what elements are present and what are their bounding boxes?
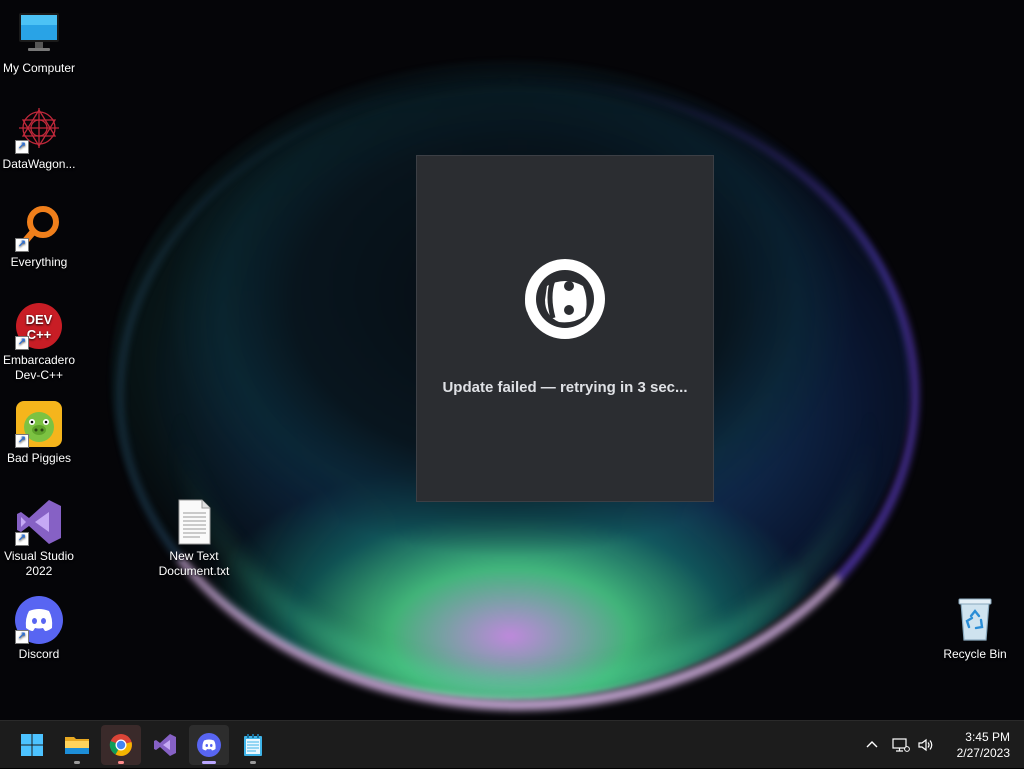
bad-piggies-icon: ↗ (15, 400, 63, 448)
taskbar-discord[interactable] (189, 725, 229, 765)
windows-start-icon (21, 734, 43, 756)
svg-text:DEV: DEV (26, 312, 53, 327)
chevron-up-icon (866, 741, 878, 748)
running-indicator (250, 761, 256, 764)
update-dialog: Update failed — retrying in 3 sec... (416, 155, 714, 502)
desktop-icon-label: Visual Studio 2022 (4, 549, 74, 578)
tray-overflow-button[interactable] (864, 721, 880, 769)
taskbar: 3:45 PM 2/27/2023 (0, 720, 1024, 768)
desktop-icon-label: Everything (10, 255, 68, 269)
discord-logo-icon (515, 256, 611, 342)
desktop-icon-label: Discord (18, 647, 60, 661)
shortcut-arrow-icon: ↗ (15, 140, 29, 154)
desktop-icon-label: Recycle Bin (943, 647, 1007, 661)
desktop-icon-label: Embarcadero Dev-C++ (2, 353, 76, 382)
running-indicator (74, 761, 80, 764)
desktop-icon-visual-studio[interactable]: ↗ Visual Studio 2022 (0, 498, 79, 579)
desktop-icon-recycle-bin[interactable]: Recycle Bin (935, 596, 1015, 662)
svg-text:C++: C++ (27, 327, 52, 342)
devcpp-icon: DEV C++ ↗ (15, 302, 63, 350)
network-icon (892, 738, 910, 752)
taskbar-chrome[interactable] (101, 725, 141, 765)
clock-time: 3:45 PM (965, 730, 1010, 744)
desktop-icon-devcpp[interactable]: DEV C++ ↗ Embarcadero Dev-C++ (0, 302, 79, 383)
running-indicator (118, 761, 124, 764)
shortcut-arrow-icon: ↗ (15, 434, 29, 448)
shortcut-arrow-icon: ↗ (15, 336, 29, 350)
desktop-icon-bad-piggies[interactable]: ↗ Bad Piggies (0, 400, 79, 466)
desktop-icon-discord[interactable]: ↗ Discord (0, 596, 79, 662)
clock[interactable]: 3:45 PM 2/27/2023 (957, 729, 1010, 761)
everything-search-icon: ↗ (15, 204, 63, 252)
discord-icon: ↗ (15, 596, 63, 644)
datawagon-icon: ↗ (15, 106, 63, 154)
discord-icon (197, 733, 221, 757)
folder-icon (65, 737, 89, 754)
taskbar-notepad[interactable] (233, 725, 273, 765)
active-indicator (202, 761, 216, 764)
network-button[interactable] (892, 721, 910, 769)
desktop[interactable]: My Computer ↗ DataWagon... ↗ Everything … (0, 0, 1024, 720)
update-status-message: Update failed — retrying in 3 sec... (442, 379, 688, 396)
desktop-icon-label: My Computer (2, 61, 76, 75)
shortcut-arrow-icon: ↗ (15, 238, 29, 252)
desktop-icon-everything[interactable]: ↗ Everything (0, 204, 79, 270)
desktop-icon-new-text-document[interactable]: New Text Document.txt (154, 498, 234, 579)
desktop-icon-datawagon[interactable]: ↗ DataWagon... (0, 106, 79, 172)
shortcut-arrow-icon: ↗ (15, 630, 29, 644)
taskbar-visual-studio[interactable] (145, 725, 185, 765)
clock-date: 2/27/2023 (956, 746, 1010, 760)
volume-icon (918, 738, 933, 752)
visual-studio-icon (154, 734, 176, 756)
desktop-icon-label: DataWagon... (2, 157, 76, 171)
desktop-icon-my-computer[interactable]: My Computer (0, 10, 79, 76)
shortcut-arrow-icon: ↗ (15, 532, 29, 546)
monitor-icon (15, 10, 63, 58)
chrome-icon (109, 734, 132, 756)
taskbar-file-explorer[interactable] (57, 725, 97, 765)
desktop-icon-label: Bad Piggies (6, 451, 72, 465)
volume-button[interactable] (917, 721, 935, 769)
text-file-icon (170, 498, 218, 546)
notepad-icon (244, 734, 262, 756)
recycle-bin-icon (951, 596, 999, 644)
start-button[interactable] (12, 725, 52, 765)
desktop-icon-label: New Text Document.txt (158, 549, 230, 578)
visual-studio-icon: ↗ (15, 498, 63, 546)
